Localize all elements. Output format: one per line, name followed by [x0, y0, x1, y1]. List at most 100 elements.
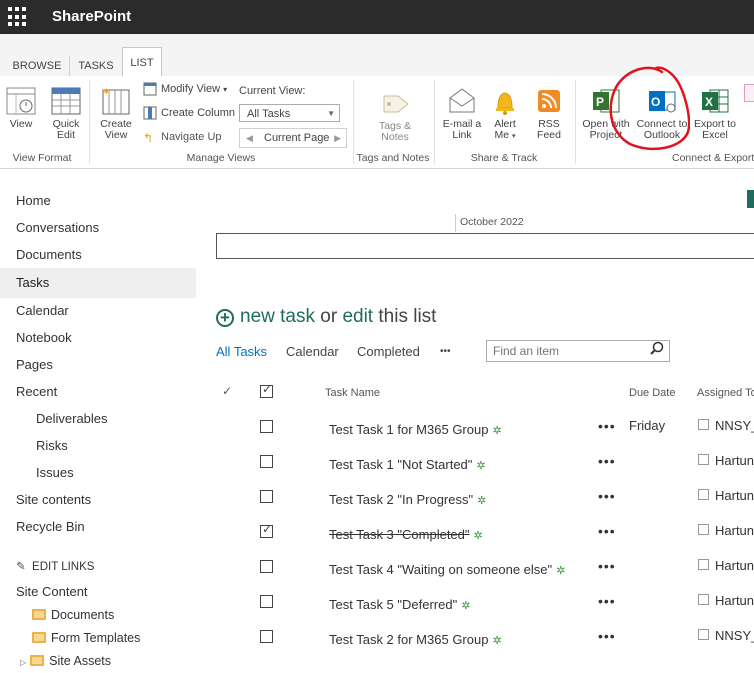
brand-title[interactable]: SharePoint — [52, 8, 131, 25]
new-task-link[interactable]: new task — [240, 306, 315, 327]
current-view-value: All Tasks — [247, 108, 291, 120]
task-name-text: Test Task 1 for M365 Group — [329, 422, 489, 437]
item-menu-icon[interactable]: ••• — [598, 488, 616, 504]
export-to-excel-button[interactable]: X Export to Excel — [692, 86, 738, 141]
nav-item-calendar[interactable]: Calendar — [16, 300, 69, 322]
item-menu-icon[interactable]: ••• — [598, 628, 616, 644]
item-menu-icon[interactable]: ••• — [598, 523, 616, 539]
nav-item-site-contents[interactable]: Site contents — [16, 489, 91, 511]
presence-icon — [698, 559, 709, 570]
search-icon[interactable] — [650, 341, 664, 361]
task-checkbox[interactable] — [260, 595, 273, 608]
previous-page-icon[interactable]: ◀ — [246, 129, 253, 147]
task-name-link[interactable]: Test Task 4 "Waiting on someone else" ✲ — [329, 562, 565, 577]
task-checkbox[interactable] — [260, 455, 273, 468]
task-checkbox[interactable] — [260, 630, 273, 643]
tree-item-label: Form Templates — [51, 631, 141, 645]
task-assigned-to[interactable]: Hartung — [698, 558, 754, 573]
group-view-format: View Format — [12, 152, 72, 164]
task-checkbox[interactable] — [260, 560, 273, 573]
next-page-icon[interactable]: ▶ — [334, 129, 341, 147]
nav-item-risks[interactable]: Risks — [36, 435, 68, 457]
task-name-text: Test Task 5 "Deferred" — [329, 597, 458, 612]
search-input[interactable] — [493, 341, 643, 361]
new-item-icon: ✲ — [473, 530, 483, 542]
nav-item-recent[interactable]: Recent — [16, 381, 57, 403]
accent-button[interactable] — [747, 190, 754, 208]
item-menu-icon[interactable]: ••• — [598, 453, 616, 469]
expand-arrow-icon[interactable]: ▷ — [20, 658, 26, 667]
column-header-due-date[interactable]: Due Date — [629, 387, 675, 399]
nav-item-pages[interactable]: Pages — [16, 354, 53, 376]
create-view-label-2: View — [104, 129, 128, 141]
nav-item-recycle-bin[interactable]: Recycle Bin — [16, 516, 85, 538]
task-assigned-to[interactable]: Hartung — [698, 488, 754, 503]
presence-icon — [698, 419, 709, 430]
tree-item-form-templates[interactable]: Form Templates — [32, 628, 140, 648]
assigned-name: Hartung — [715, 523, 754, 538]
nav-item-notebook[interactable]: Notebook — [16, 327, 72, 349]
item-menu-icon[interactable]: ••• — [598, 558, 616, 574]
alert-me-button[interactable]: Alert Me ▾ — [488, 86, 522, 142]
create-column-button[interactable]: Create Column — [143, 104, 235, 122]
tab-tasks[interactable]: TASKS — [72, 56, 120, 76]
tags-notes-button[interactable]: Tags & Notes — [370, 88, 420, 143]
task-assigned-to[interactable]: NNSY_ — [698, 628, 754, 643]
tab-list[interactable]: LIST — [122, 47, 162, 77]
add-icon[interactable]: + — [216, 309, 234, 327]
quick-edit-button[interactable]: Quick Edit — [46, 86, 86, 141]
task-name-link[interactable]: Test Task 3 "Completed" ✲ — [329, 527, 483, 542]
view-tab-all-tasks[interactable]: All Tasks — [216, 344, 267, 359]
create-view-button[interactable]: ✶ Create View — [97, 86, 135, 141]
rss-feed-button[interactable]: RSS Feed — [532, 86, 566, 141]
timeline[interactable] — [216, 233, 754, 259]
view-tab-calendar[interactable]: Calendar — [286, 344, 339, 359]
task-name-link[interactable]: Test Task 5 "Deferred" ✲ — [329, 597, 470, 612]
task-checkbox[interactable] — [260, 420, 273, 433]
edit-list-link[interactable]: edit — [342, 306, 373, 327]
nav-item-tasks[interactable]: Tasks — [16, 272, 49, 294]
nav-item-conversations[interactable]: Conversations — [16, 217, 99, 239]
task-assigned-to[interactable]: NNSY_ — [698, 418, 754, 433]
column-header-task-name[interactable]: Task Name — [325, 387, 380, 399]
presence-icon — [698, 524, 709, 535]
current-view-select[interactable]: All Tasks ▼ — [239, 104, 340, 122]
excel-icon: X — [702, 89, 729, 113]
new-item-icon: ✲ — [476, 460, 486, 472]
task-name-link[interactable]: Test Task 1 "Not Started" ✲ — [329, 457, 486, 472]
more-views-icon[interactable]: ••• — [440, 346, 451, 357]
svg-text:X: X — [705, 95, 713, 109]
access-icon[interactable] — [744, 84, 754, 102]
tags-notes-label-2: Notes — [381, 131, 409, 143]
site-content-heading[interactable]: Site Content — [16, 581, 88, 603]
app-launcher-icon[interactable] — [8, 7, 28, 27]
task-name-link[interactable]: Test Task 2 "In Progress" ✲ — [329, 492, 486, 507]
tree-item-documents[interactable]: Documents — [32, 605, 114, 625]
task-name-link[interactable]: Test Task 1 for M365 Group ✲ — [329, 422, 502, 437]
nav-item-home[interactable]: Home — [16, 190, 51, 212]
task-assigned-to[interactable]: Hartung — [698, 523, 754, 538]
email-link-button[interactable]: E-mail a Link — [440, 86, 484, 141]
column-header-assigned-to[interactable]: Assigned To — [697, 387, 754, 399]
navigate-up-button[interactable]: ↰ Navigate Up — [143, 128, 222, 146]
view-button[interactable]: View — [4, 86, 38, 130]
task-checkbox[interactable]: ✓ — [260, 522, 273, 538]
task-name-link[interactable]: Test Task 2 for M365 Group ✲ — [329, 632, 502, 647]
nav-item-deliverables[interactable]: Deliverables — [36, 408, 108, 430]
modify-view-button[interactable]: Modify View ▾ — [143, 80, 227, 98]
nav-item-documents[interactable]: Documents — [16, 244, 82, 266]
edit-links-button[interactable]: ✎ EDIT LINKS — [16, 556, 94, 578]
nav-item-issues[interactable]: Issues — [36, 462, 74, 484]
item-menu-icon[interactable]: ••• — [598, 418, 616, 434]
task-assigned-to[interactable]: Hartung — [698, 593, 754, 608]
modify-view-label: Modify View — [161, 83, 221, 95]
search-box[interactable] — [486, 340, 670, 362]
task-assigned-to[interactable]: Hartung — [698, 453, 754, 468]
select-all-checkbox[interactable]: ✓ — [260, 382, 273, 398]
tab-browse[interactable]: BROWSE — [10, 56, 64, 76]
item-menu-icon[interactable]: ••• — [598, 593, 616, 609]
view-tab-completed[interactable]: Completed — [357, 344, 420, 359]
tree-item-site-assets[interactable]: ▷ Site Assets — [20, 651, 111, 671]
task-checkbox[interactable] — [260, 490, 273, 503]
task-name-text: Test Task 4 "Waiting on someone else" — [329, 562, 553, 577]
